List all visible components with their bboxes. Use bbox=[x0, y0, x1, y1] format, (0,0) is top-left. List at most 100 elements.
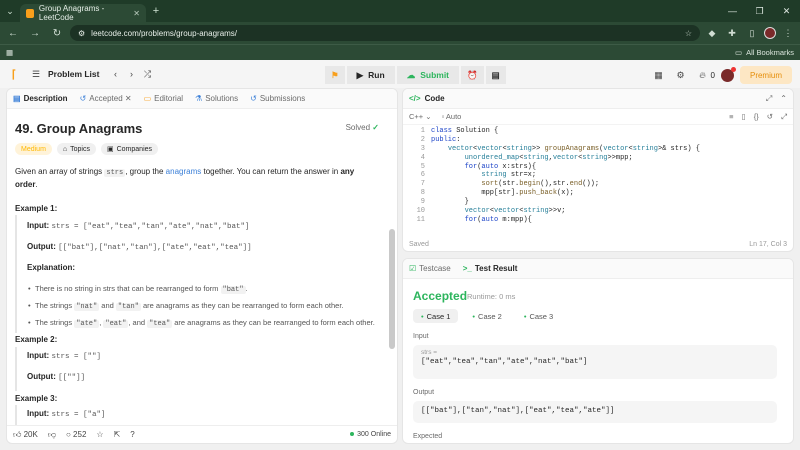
dislike-icon[interactable]: 👎︎ bbox=[48, 430, 56, 440]
submissions-history-icon: ↺ bbox=[250, 94, 257, 103]
reset-icon[interactable]: ↺ bbox=[767, 112, 773, 122]
restore-icon[interactable]: ❐ bbox=[746, 6, 773, 17]
prev-problem-icon[interactable]: ‹ bbox=[107, 66, 123, 82]
code-text: mpp[str].push_back(x); bbox=[431, 189, 574, 198]
bookmark-icon[interactable]: ▯ bbox=[742, 112, 746, 122]
tab-accepted[interactable]: ↺ Accepted ✕ bbox=[80, 94, 132, 103]
layout-icon[interactable]: ▦ bbox=[651, 67, 667, 83]
timer-button[interactable]: ⏰ bbox=[461, 66, 484, 84]
bullet-text: The strings bbox=[35, 318, 75, 327]
description-scrollbar[interactable] bbox=[389, 229, 395, 349]
case-tab[interactable]: Case 2 bbox=[464, 309, 509, 323]
inline-code: "nat" bbox=[74, 303, 100, 311]
run-submit-bar: ⚑ ▶ Run ☁ Submit ⏰ ▤ bbox=[325, 66, 506, 84]
minimize-icon[interactable]: — bbox=[719, 6, 746, 16]
anagrams-link[interactable]: anagrams bbox=[166, 167, 202, 176]
input-value: strs = ["a"] bbox=[51, 411, 106, 419]
problem-list-link[interactable]: Problem List bbox=[48, 69, 99, 79]
tab-test-result-label: Test Result bbox=[474, 264, 518, 273]
tab-test-result[interactable]: >_ Test Result bbox=[463, 264, 518, 273]
window-controls: — ❐ ✕ bbox=[719, 0, 800, 22]
problem-tags: Medium ⌂ Topics ▣ Companies bbox=[15, 143, 159, 155]
output-value: [["bat"],["tan","nat"],["eat","tea","ate… bbox=[421, 407, 615, 415]
tab-editorial[interactable]: ▭ Editorial bbox=[144, 94, 183, 103]
tab-editorial-label: Editorial bbox=[154, 94, 184, 103]
code-editor-panel: </> Code ⤢ ⌃ C++ ⌄ ▫ Auto ≡ ▯ {} ↺ ⤢ 1 cl… bbox=[402, 88, 794, 252]
browser-profile-avatar[interactable] bbox=[764, 27, 776, 39]
problem-title: 49. Group Anagrams bbox=[15, 121, 143, 136]
case-tab[interactable]: Case 1 bbox=[413, 309, 459, 323]
code-editor[interactable]: 1 class Solution {2 public: 3 vector<vector… bbox=[403, 127, 793, 225]
extension-icon[interactable]: ◆ bbox=[704, 25, 720, 41]
apps-grid-icon[interactable]: ▦ bbox=[6, 48, 13, 57]
expand-icon[interactable]: ⤢ bbox=[766, 94, 772, 104]
run-button[interactable]: ▶ Run bbox=[346, 66, 395, 84]
cursor-position: Ln 17, Col 3 bbox=[749, 240, 787, 248]
streak-fire-icon[interactable]: 🔥︎ bbox=[695, 67, 711, 83]
close-tab-icon[interactable]: ✕ bbox=[125, 94, 132, 103]
favorite-star-icon[interactable]: ☆ bbox=[96, 430, 103, 439]
browser-menu-icon[interactable]: ⋮ bbox=[780, 25, 796, 41]
settings-gear-icon[interactable]: ⚙ bbox=[673, 67, 689, 83]
language-select[interactable]: C++ ⌄ bbox=[409, 112, 432, 121]
like-button[interactable]: 👍︎ 20K bbox=[13, 430, 38, 440]
collapse-chevron-icon[interactable]: ⌃ bbox=[780, 94, 787, 104]
input-value: strs = [""] bbox=[51, 353, 101, 361]
solved-badge: Solved ✓ bbox=[346, 123, 379, 132]
code-text: public: bbox=[431, 135, 461, 144]
tag-icon: ⌂ bbox=[62, 145, 68, 153]
bookmark-star-icon[interactable]: ☆ bbox=[685, 29, 692, 38]
help-icon[interactable]: ? bbox=[130, 430, 134, 439]
problem-statement: Given an array of strings strs, group th… bbox=[15, 166, 379, 190]
auto-mode-toggle[interactable]: ▫ Auto bbox=[442, 112, 462, 121]
run-label: Run bbox=[368, 70, 385, 80]
tab-description[interactable]: ▤ Description bbox=[13, 94, 68, 103]
extensions-puzzle-icon[interactable]: ✚ bbox=[724, 25, 740, 41]
line-number: 3 bbox=[420, 144, 425, 153]
leetcode-logo-icon[interactable]: ⌈ bbox=[8, 67, 20, 81]
tab-testcase[interactable]: ☑ Testcase bbox=[409, 264, 451, 273]
forward-icon[interactable]: → bbox=[26, 28, 44, 39]
notes-icon[interactable]: ≡ bbox=[729, 112, 733, 122]
browser-tab[interactable]: Group Anagrams - LeetCode ✕ bbox=[20, 4, 146, 22]
url-field[interactable]: ⚙ leetcode.com/problems/group-anagrams/ … bbox=[70, 25, 700, 41]
debug-button[interactable]: ⚑ bbox=[325, 66, 345, 84]
code-text: unordered_map<string,vector<string>>mpp; bbox=[464, 153, 633, 162]
tab-accepted-label: Accepted bbox=[89, 94, 123, 103]
companies-button[interactable]: ▣ Companies bbox=[100, 143, 159, 155]
topics-label: Topics bbox=[70, 145, 90, 153]
share-icon[interactable]: ⇱ bbox=[114, 430, 121, 439]
submit-button[interactable]: ☁ Submit bbox=[396, 66, 460, 84]
shuffle-icon[interactable]: ⤮ bbox=[139, 66, 155, 82]
example-3-block: Input: strs = ["a"] bbox=[15, 405, 385, 425]
comments-button[interactable]: ○ 252 bbox=[66, 430, 86, 439]
code-line: 7 sort(str.begin(),str.end()); bbox=[403, 180, 793, 189]
tab-solutions[interactable]: ⚗ Solutions bbox=[195, 94, 238, 103]
notes-button[interactable]: ▤ bbox=[485, 66, 506, 84]
example-1-heading: Example 1: bbox=[15, 204, 58, 213]
user-avatar[interactable] bbox=[720, 66, 736, 82]
new-tab-button[interactable]: + bbox=[146, 0, 166, 22]
all-bookmarks-button[interactable]: ▭ All Bookmarks bbox=[735, 48, 794, 57]
explanation-label: Explanation: bbox=[27, 263, 76, 272]
premium-button[interactable]: Premium bbox=[739, 66, 792, 84]
topics-button[interactable]: ⌂ Topics bbox=[56, 143, 96, 155]
braces-icon[interactable]: {} bbox=[754, 112, 759, 122]
tab-submissions-label: Submissions bbox=[259, 94, 306, 103]
terminal-icon: >_ bbox=[462, 264, 472, 273]
tab-submissions[interactable]: ↺ Submissions bbox=[250, 94, 305, 103]
next-problem-icon[interactable]: › bbox=[123, 66, 139, 82]
list-icon: ☰ bbox=[31, 68, 41, 79]
companies-label: Companies bbox=[116, 145, 153, 153]
fullscreen-icon[interactable]: ⤢ bbox=[781, 112, 787, 122]
reload-icon[interactable]: ↻ bbox=[48, 28, 66, 39]
close-tab-icon[interactable]: ✕ bbox=[133, 9, 140, 18]
case-tab[interactable]: Case 3 bbox=[516, 309, 561, 323]
sidebar-icon[interactable]: ▯ bbox=[744, 25, 760, 41]
tab-search-icon[interactable]: ⌄ bbox=[0, 0, 20, 22]
close-window-icon[interactable]: ✕ bbox=[773, 6, 800, 17]
input-heading: Input bbox=[413, 333, 429, 340]
site-info-icon[interactable]: ⚙ bbox=[78, 29, 85, 38]
inline-code: "tea" bbox=[147, 320, 173, 328]
back-icon[interactable]: ← bbox=[4, 28, 22, 39]
